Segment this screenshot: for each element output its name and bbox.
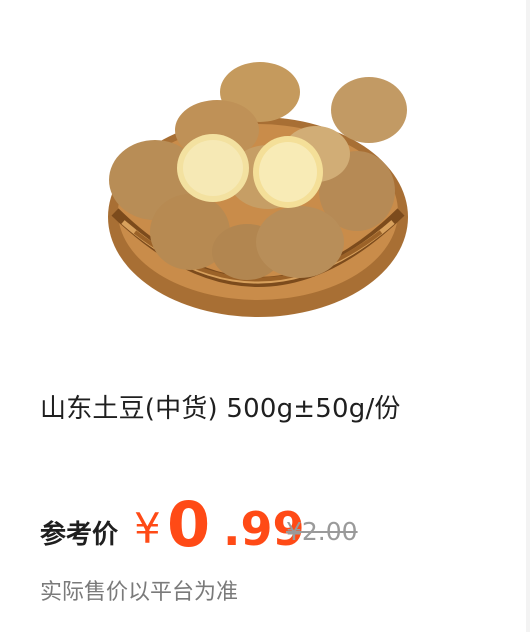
product-image (95, 52, 420, 322)
price-integer: 0 (167, 488, 210, 561)
card-edge (526, 0, 530, 632)
product-card[interactable]: 山东土豆(中货) 500g±50g/份 参考价 ¥ 0 .99 ¥2.00 实际… (0, 0, 530, 632)
currency-symbol: ¥ (134, 504, 161, 553)
original-price: ¥2.00 (286, 517, 358, 546)
price-row: 参考价 ¥ 0 .99 ¥2.00 (40, 488, 510, 561)
price-label: 参考价 (40, 520, 119, 550)
price-note: 实际售价以平台为准 (40, 580, 239, 605)
product-title: 山东土豆(中货) 500g±50g/份 (40, 394, 401, 424)
